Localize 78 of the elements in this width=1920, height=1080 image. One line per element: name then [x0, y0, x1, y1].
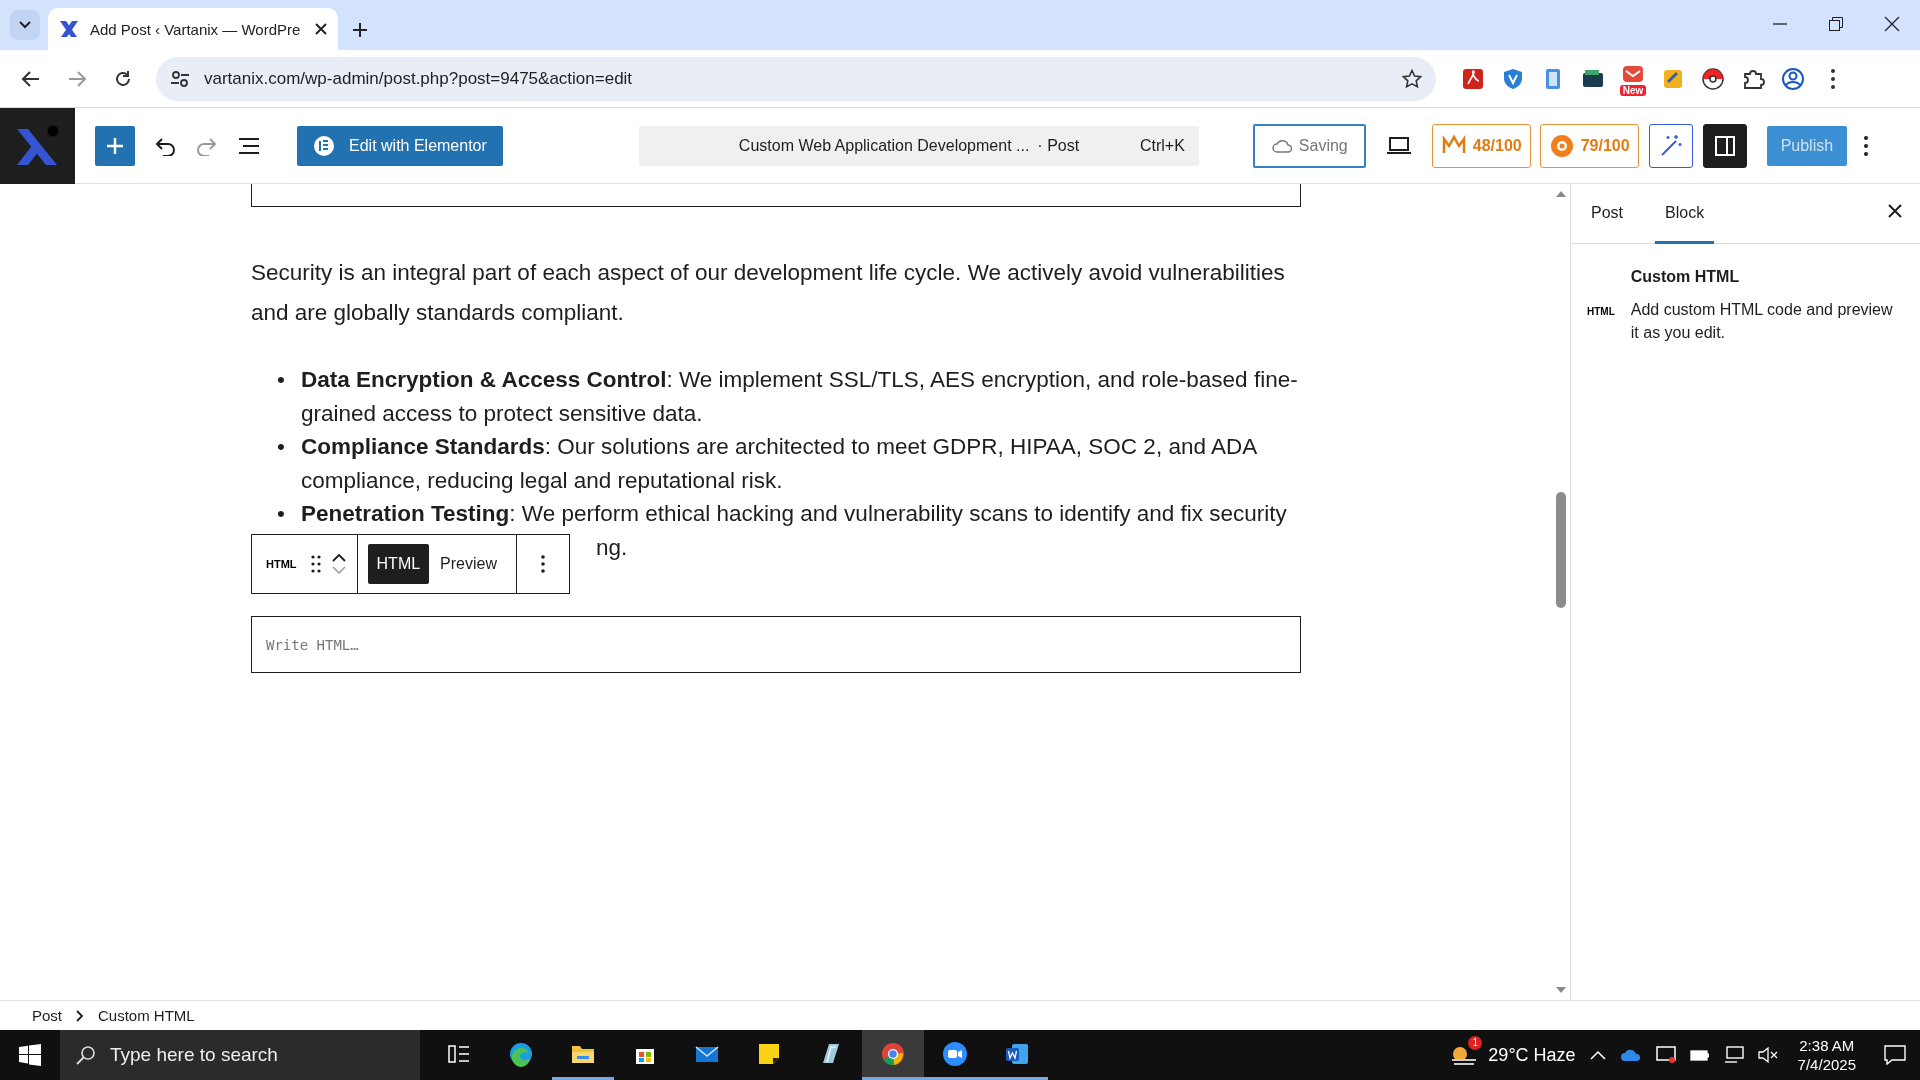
sidebar-tab[interactable]: Block [1655, 184, 1715, 244]
scroll-up-icon[interactable] [1555, 190, 1567, 198]
mute-icon[interactable] [1757, 1046, 1778, 1064]
browser-icon [508, 1040, 534, 1067]
gear-icon [1548, 132, 1575, 159]
new-badge: New [1619, 84, 1647, 96]
notification-badge: 1 [1468, 1036, 1483, 1050]
sidebar-icon[interactable] [1713, 134, 1736, 157]
back-icon[interactable] [21, 68, 41, 89]
block-type-label: HTML [265, 558, 298, 570]
elementor-button[interactable]: Edit with Elementor [297, 125, 503, 166]
html-input-field[interactable]: Write HTML… [251, 616, 1301, 673]
block-type-label: HTML [1587, 306, 1615, 318]
cloud-icon [1270, 137, 1293, 154]
ball-icon[interactable] [1700, 65, 1726, 92]
saving-button[interactable]: Saving [1252, 123, 1366, 168]
chevron-up-icon[interactable] [1589, 1050, 1606, 1060]
block-description: Add custom HTML code and preview it as you edit. [1630, 300, 1894, 343]
taskbar-search-field[interactable]: Type here to search [60, 1030, 420, 1080]
dropdown-icon[interactable] [18, 20, 32, 30]
redo-icon[interactable] [195, 135, 219, 156]
mode-tab[interactable]: Preview [431, 544, 506, 584]
plus-icon[interactable] [352, 22, 368, 38]
clock-time: 2:38 AM [1799, 1036, 1855, 1055]
list-bullet: • [277, 433, 286, 461]
command-bar[interactable]: Custom Web Application Development ... · Post Ctrl+K [638, 125, 1199, 166]
laptop-icon[interactable] [1385, 135, 1412, 156]
browser-tab[interactable]: Add Post ‹ Vartanix — WordPre [48, 8, 338, 50]
elementor-icon [313, 134, 335, 157]
logo-icon [58, 18, 80, 40]
site-settings-icon[interactable] [170, 68, 190, 89]
close-icon[interactable] [1888, 204, 1902, 218]
plus-icon [106, 136, 124, 155]
more-icon[interactable] [541, 555, 545, 573]
move-up-icon[interactable] [330, 553, 347, 562]
chevron-icon [76, 1009, 84, 1022]
more-icon[interactable] [1863, 134, 1870, 157]
browser-icon [880, 1040, 906, 1067]
paragraph: Security is an integral part of each aspect of our development life cycle. We actively avoid vulnerabilities and are globally standards compliant. [251, 259, 1286, 327]
network-icon[interactable] [1723, 1046, 1744, 1064]
cloud-icon[interactable] [1619, 1048, 1642, 1062]
search-icon [76, 1045, 96, 1065]
weather-text: 29°C Haze [1488, 1044, 1576, 1066]
shortcut-label: Ctrl+K [1139, 136, 1185, 155]
star-icon[interactable] [1402, 68, 1422, 89]
add-block-button[interactable] [95, 125, 135, 166]
document-title: Custom Web Application Development ... [738, 136, 1030, 155]
video-icon [942, 1040, 968, 1067]
block-title: Custom HTML [1630, 268, 1741, 286]
scroll-down-icon[interactable] [1555, 986, 1567, 994]
undo-icon[interactable] [153, 135, 177, 156]
list-item-text: ng. [596, 533, 628, 562]
url-text: vartanix.com/wp-admin/post.php?post=9475&action=edit [204, 68, 634, 89]
clock-date: 7/4/2025 [1797, 1055, 1856, 1074]
list-bullet: • [277, 500, 286, 528]
breadcrumb-item[interactable]: Post [32, 1007, 62, 1024]
display-icon[interactable] [1655, 1046, 1676, 1064]
scrollbar-thumb[interactable] [1556, 492, 1566, 608]
list-bullet: • [277, 366, 286, 394]
reload-icon[interactable] [113, 68, 133, 89]
notification-icon[interactable] [1884, 1045, 1906, 1065]
account-icon[interactable] [1780, 65, 1806, 92]
drag-handle-icon[interactable] [310, 555, 321, 573]
list-item: Data Encryption & Access Control: We implement SSL/TLS, AES encryption, and role-based fine-grained access to protect sensitive data. [301, 366, 1299, 428]
list-item: Penetration Testing: We perform ethical hacking and vulnerability scans to identify and fix security [301, 500, 1287, 528]
list-item: Compliance Standards: Our solutions are architected to meet GDPR, HIPAA, SOC 2, and ADA compliance, reducing legal and reputational risk. [301, 433, 1258, 495]
breadcrumb-item[interactable]: Custom HTML [98, 1007, 195, 1024]
taskbar-button[interactable] [862, 1030, 924, 1080]
address-bar[interactable]: vartanix.com/wp-admin/post.php?post=9475&action=edit [156, 56, 1436, 101]
tab-title: Add Post ‹ Vartanix — WordPre [90, 20, 302, 38]
close-icon[interactable] [314, 22, 328, 36]
forward-icon[interactable] [67, 68, 87, 89]
mode-tab[interactable]: HTML [367, 544, 430, 584]
sidebar-tab[interactable]: Post [1581, 184, 1633, 244]
html-block[interactable] [251, 184, 1301, 207]
start-icon[interactable] [19, 1044, 41, 1066]
battery-icon[interactable] [1689, 1049, 1710, 1061]
post-type-label: · Post [1037, 136, 1080, 155]
